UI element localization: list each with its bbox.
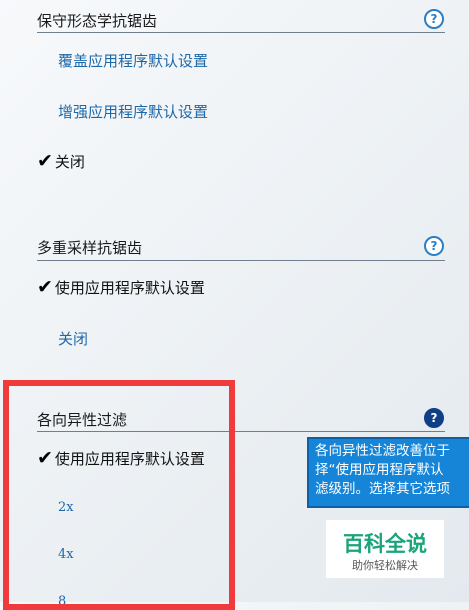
section-title-morphological-aa: 保守形态学抗锯齿 <box>37 12 158 30</box>
option-off[interactable]: 关闭 <box>58 328 88 349</box>
option-enhance-app-default[interactable]: 增强应用程序默认设置 <box>58 101 208 122</box>
checkmark-icon: ✔ <box>37 276 53 298</box>
help-icon[interactable]: ? <box>424 408 444 428</box>
section-divider <box>37 260 445 261</box>
tooltip-line: 择“使用应用程序默认 <box>315 462 444 478</box>
tooltip-line: 滤级别。选择其它选项 <box>315 481 450 497</box>
help-tooltip: 各向异性过滤改善位于 择“使用应用程序默认 滤级别。选择其它选项 <box>307 437 469 508</box>
help-icon[interactable]: ? <box>424 236 444 256</box>
section-divider <box>37 32 445 33</box>
watermark-subtitle: 助你轻松解决 <box>352 559 418 572</box>
watermark-title: 百科全说 <box>343 532 427 556</box>
section-title-msaa: 多重采样抗锯齿 <box>37 239 143 257</box>
option-override-app-default[interactable]: 覆盖应用程序默认设置 <box>58 50 208 71</box>
option-off-selected[interactable]: ✔ 关闭 <box>37 150 85 172</box>
tooltip-line: 各向异性过滤改善位于 <box>315 443 450 459</box>
checkmark-icon: ✔ <box>37 150 53 172</box>
option-label: 使用应用程序默认设置 <box>54 279 205 297</box>
option-use-app-default-selected[interactable]: ✔ 使用应用程序默认设置 <box>37 276 205 298</box>
highlight-frame <box>3 380 235 610</box>
help-icon[interactable]: ? <box>424 9 444 29</box>
option-label: 关闭 <box>54 153 85 171</box>
